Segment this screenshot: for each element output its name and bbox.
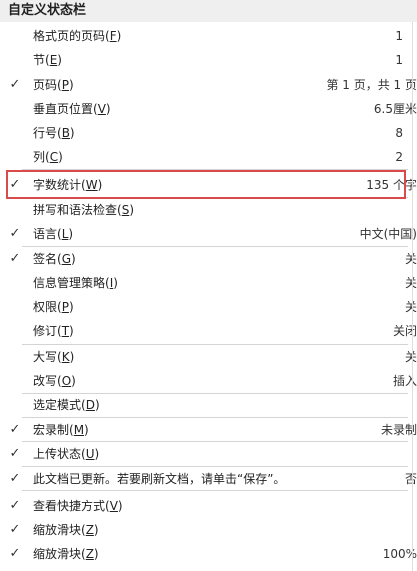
menu-item-upload-status[interactable]: ✓ 上传状态(U) — [0, 442, 417, 466]
menu-item-information-management-policy[interactable]: 信息管理策略(I) 关 — [0, 271, 417, 295]
checkmark-icon: ✓ — [9, 77, 21, 92]
menu-item-label: 列(C) — [33, 150, 63, 164]
menu-title: 自定义状态栏 — [0, 0, 417, 22]
checkmark-icon: ✓ — [9, 522, 21, 537]
menu-right-border — [412, 22, 413, 571]
menu-item-zoom-level[interactable]: ✓ 缩放滑块(Z) 100% — [0, 542, 417, 566]
menu-item-label: 大写(K) — [33, 350, 75, 364]
menu-item-view-shortcuts[interactable]: ✓ 查看快捷方式(V) — [0, 494, 417, 518]
menu-item-label: 语言(L) — [33, 227, 74, 241]
menu-item-value: 中文(中国) — [359, 227, 417, 241]
checkmark-icon: ✓ — [9, 546, 21, 561]
menu-item-label: 签名(G) — [33, 252, 76, 266]
menu-item-signature[interactable]: ✓ 签名(G) 关 — [0, 247, 417, 271]
menu-item-value: 1 — [395, 29, 403, 43]
menu-item-value: 第 1 页，共 1 页 — [326, 78, 417, 92]
menu-separator — [22, 169, 408, 170]
menu-item-value: 插入 — [392, 374, 417, 388]
menu-item-label: 权限(P) — [33, 300, 74, 314]
menu-item-value: 否 — [404, 472, 417, 486]
menu-item-label: 垂直页位置(V) — [33, 102, 111, 116]
menu-item-section[interactable]: 节(E) 1 — [0, 48, 417, 72]
menu-item-label: 此文档已更新。若要刷新文档，请单击“保存”。 — [33, 472, 286, 486]
menu-item-document-updated[interactable]: ✓ 此文档已更新。若要刷新文档，请单击“保存”。 否 — [0, 467, 417, 491]
menu-item-value: 1 — [395, 53, 403, 67]
menu-item-value: 关 — [404, 350, 417, 364]
menu-item-label: 查看快捷方式(V) — [33, 499, 123, 513]
checkmark-icon: ✓ — [9, 226, 21, 241]
customize-status-bar-menu: 自定义状态栏 格式页的页码(F) 1 节(E) 1 ✓ 页码(P) 第 1 页，… — [0, 0, 417, 571]
menu-item-label: 信息管理策略(I) — [33, 276, 118, 290]
menu-item-track-changes[interactable]: 修订(T) 关闭 — [0, 319, 417, 343]
menu-item-label: 缩放滑块(Z) — [33, 523, 99, 537]
menu-item-caps-lock[interactable]: 大写(K) 关 — [0, 345, 417, 369]
menu-item-formatted-page-number[interactable]: 格式页的页码(F) 1 — [0, 24, 417, 48]
menu-item-value: 关闭 — [392, 324, 417, 338]
menu-item-value: 135 个字 — [366, 178, 417, 192]
menu-item-vertical-page-position[interactable]: 垂直页位置(V) 6.5厘米 — [0, 97, 417, 121]
menu-item-overtype[interactable]: 改写(O) 插入 — [0, 369, 417, 393]
menu-item-line-number[interactable]: 行号(B) 8 — [0, 121, 417, 145]
menu-item-column[interactable]: 列(C) 2 — [0, 145, 417, 169]
checkmark-icon: ✓ — [9, 177, 21, 192]
menu-item-zoom-slider[interactable]: ✓ 缩放滑块(Z) — [0, 518, 417, 542]
menu-item-label: 改写(O) — [33, 374, 76, 388]
menu-item-label: 行号(B) — [33, 126, 75, 140]
menu-item-label: 页码(P) — [33, 78, 74, 92]
menu-item-language[interactable]: ✓ 语言(L) 中文(中国) — [0, 222, 417, 246]
menu-item-spelling-grammar-check[interactable]: 拼写和语法检查(S) — [0, 198, 417, 222]
menu-item-label: 上传状态(U) — [33, 447, 100, 461]
menu-item-label: 拼写和语法检查(S) — [33, 203, 134, 217]
menu-item-macro-recording[interactable]: ✓ 宏录制(M) 未录制 — [0, 418, 417, 442]
menu-item-value: 6.5厘米 — [373, 102, 417, 116]
menu-item-value: 关 — [404, 252, 417, 266]
menu-item-label: 修订(T) — [33, 324, 74, 338]
menu-item-value: 8 — [395, 126, 403, 140]
menu-item-page-number[interactable]: ✓ 页码(P) 第 1 页，共 1 页 — [0, 73, 417, 97]
menu-item-value: 2 — [395, 150, 403, 164]
menu-item-value: 关 — [404, 276, 417, 290]
menu-item-selection-mode[interactable]: 选定模式(D) — [0, 393, 417, 417]
checkmark-icon: ✓ — [9, 251, 21, 266]
checkmark-icon: ✓ — [9, 471, 21, 486]
menu-item-word-count[interactable]: ✓ 字数统计(W) 135 个字 — [0, 173, 417, 197]
menu-item-value: 关 — [404, 300, 417, 314]
menu-item-label: 缩放滑块(Z) — [33, 547, 99, 561]
menu-item-label: 节(E) — [33, 53, 62, 67]
checkmark-icon: ✓ — [9, 446, 21, 461]
menu-item-label: 宏录制(M) — [33, 423, 89, 437]
checkmark-icon: ✓ — [9, 498, 21, 513]
menu-item-label: 格式页的页码(F) — [33, 29, 122, 43]
menu-item-label: 选定模式(D) — [33, 398, 100, 412]
menu-item-label: 字数统计(W) — [33, 178, 103, 192]
menu-item-permissions[interactable]: 权限(P) 关 — [0, 295, 417, 319]
checkmark-icon: ✓ — [9, 422, 21, 437]
